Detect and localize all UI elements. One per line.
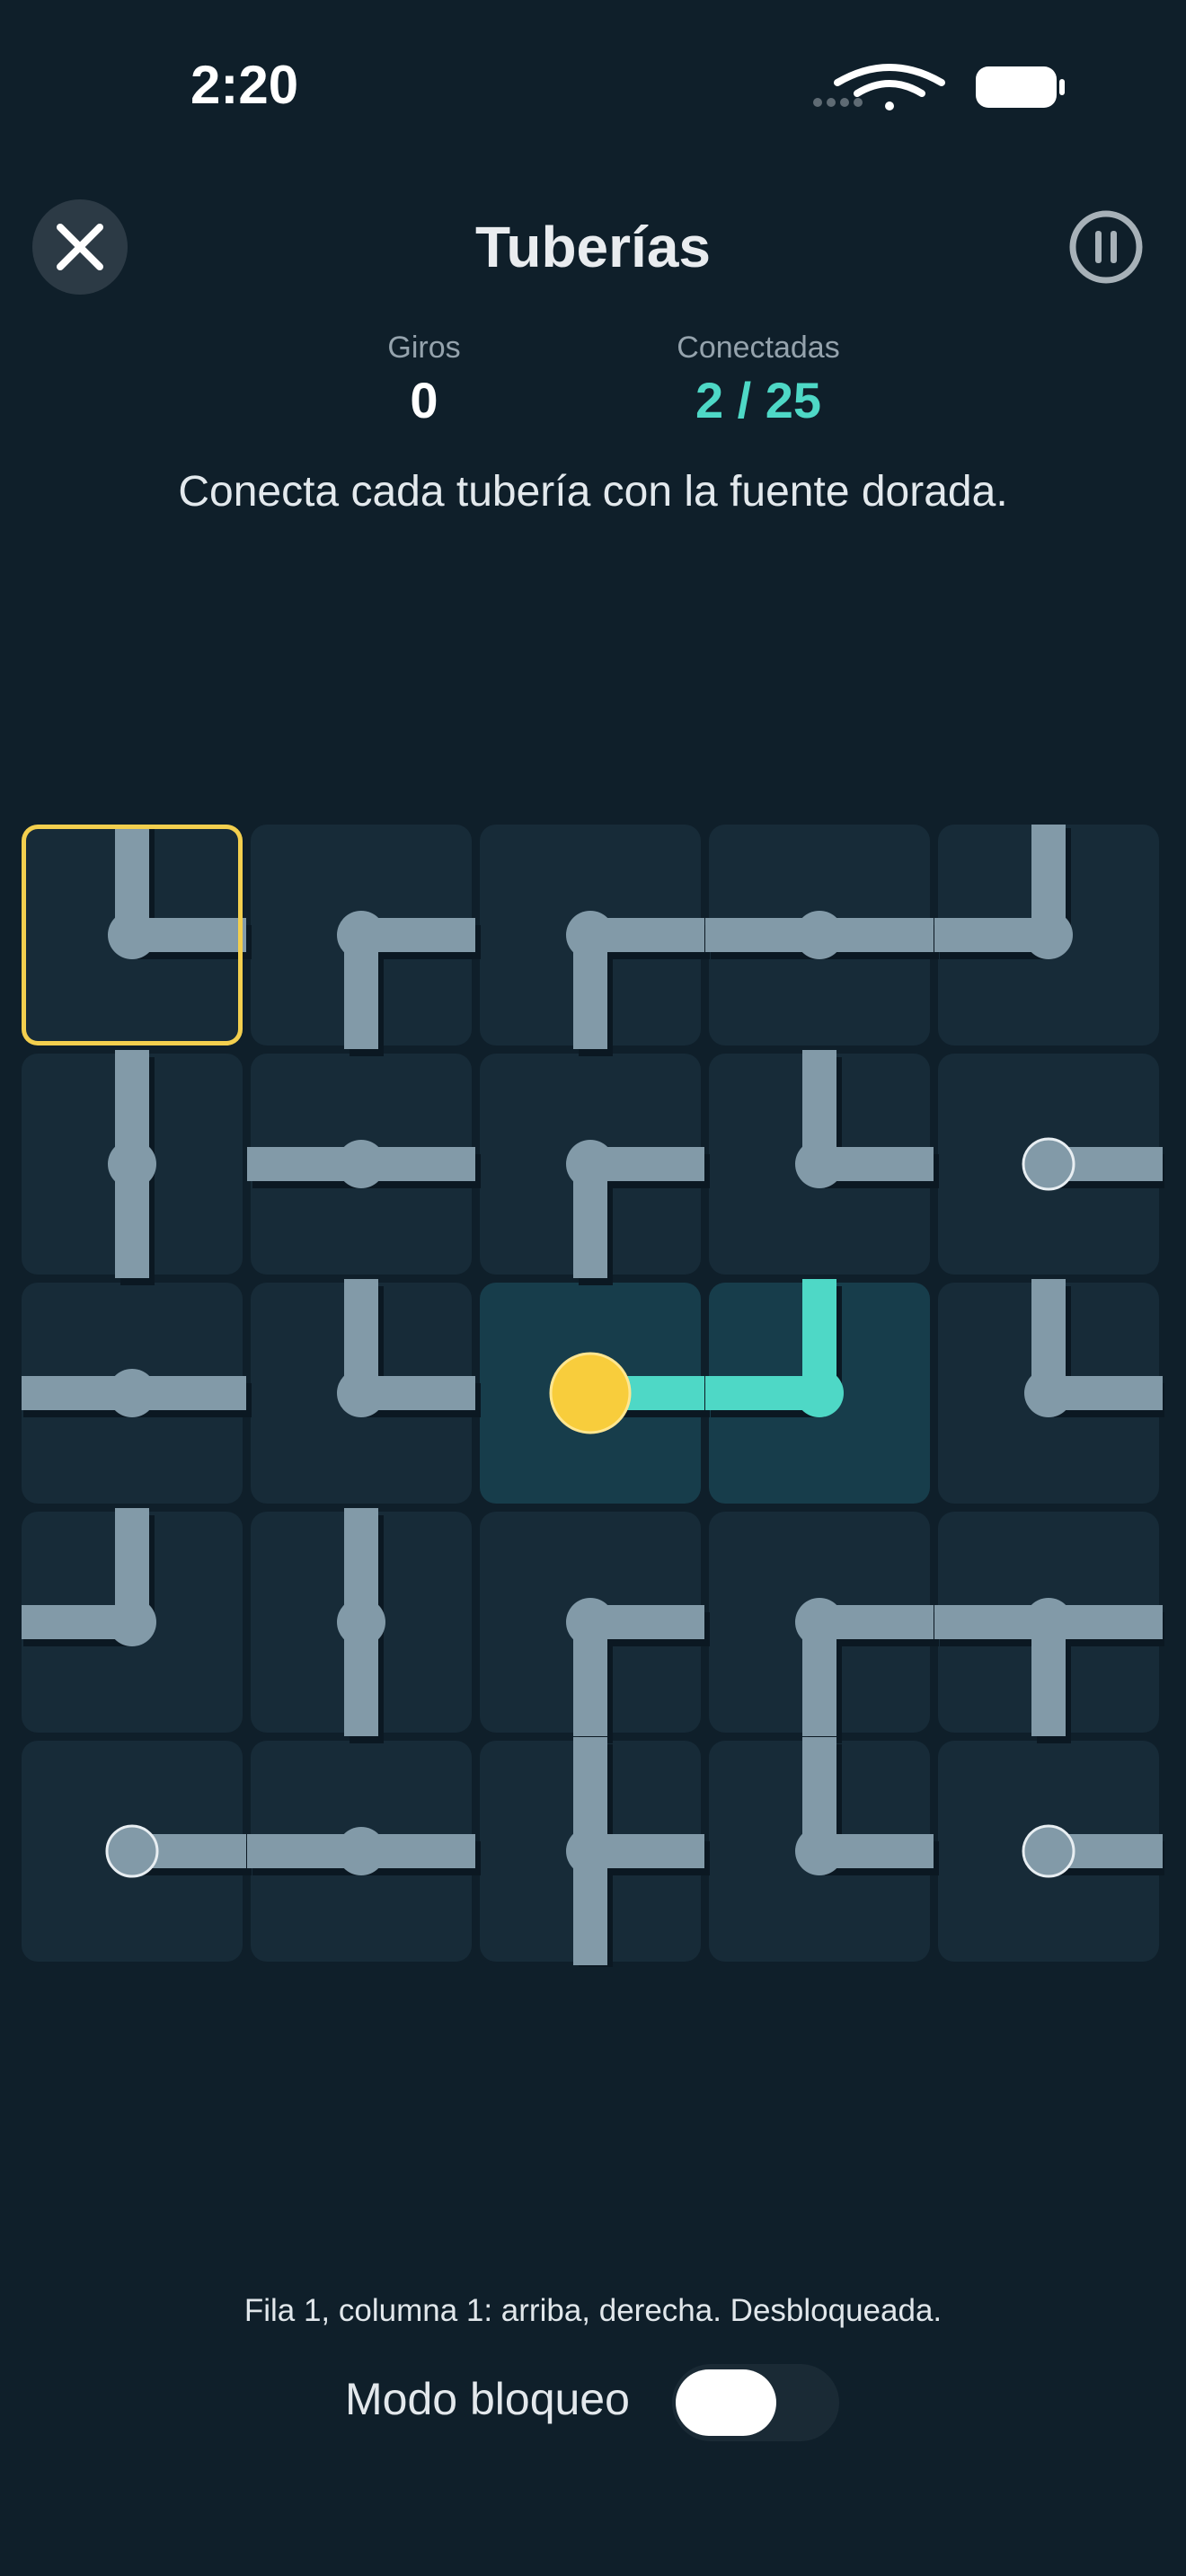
turns-label: Giros	[387, 331, 461, 365]
turns-stat: Giros 0	[334, 331, 514, 429]
pipe-joint	[337, 911, 385, 959]
connected-label: Conectadas	[677, 331, 840, 365]
connected-stat: Conectadas 2 / 25	[624, 331, 893, 429]
lock-mode-row: Modo bloqueo	[0, 2359, 1186, 2448]
status-icons	[809, 63, 1069, 117]
golden-source	[549, 1352, 632, 1434]
pipe-joint	[337, 1140, 385, 1188]
turns-value: 0	[410, 372, 438, 428]
page-title: Tuberías	[475, 215, 711, 279]
pipe-joint	[566, 1598, 615, 1646]
pipe-end-cap	[105, 1824, 159, 1878]
pipe-joint	[795, 1598, 844, 1646]
pause-icon	[1069, 210, 1143, 284]
pipe-joint	[108, 1598, 156, 1646]
wifi-icon	[834, 64, 945, 110]
toggle-knob	[676, 2369, 776, 2436]
pipe-joint	[795, 1369, 844, 1417]
pipe-joint	[337, 1369, 385, 1417]
pipe-joint	[1024, 1369, 1073, 1417]
pipe-joint	[337, 1598, 385, 1646]
pipe-end-cap	[1022, 1137, 1075, 1191]
lock-mode-toggle[interactable]	[672, 2364, 839, 2441]
pipe-joint	[108, 1369, 156, 1417]
pipe-end-cap	[1022, 1824, 1075, 1878]
instruction-text: Conecta cada tubería con la fuente dorad…	[178, 468, 1008, 516]
pipe-joint	[1024, 911, 1073, 959]
pipe-joint	[337, 1827, 385, 1875]
pause-button[interactable]	[1066, 207, 1146, 287]
status-time: 2:20	[190, 55, 299, 115]
pipe-joint	[795, 911, 844, 959]
pipe-joint	[795, 1140, 844, 1188]
lock-mode-label: Modo bloqueo	[345, 2374, 630, 2424]
top-bar: Tuberías	[0, 189, 1186, 314]
battery-icon	[976, 66, 1065, 108]
connected-value: 2 / 25	[695, 372, 822, 428]
pipe-joint	[108, 1140, 156, 1188]
selected-tile-outline	[22, 825, 243, 1045]
pipe-joint	[566, 1827, 615, 1875]
pipe-joint	[566, 1140, 615, 1188]
pipe-board	[22, 825, 1164, 1967]
selected-cell-description: Fila 1, columna 1: arriba, derecha. Desb…	[243, 2293, 943, 2328]
status-bar: 2:20	[0, 0, 1186, 171]
pipe-joint	[566, 911, 615, 959]
pipe-joint	[795, 1827, 844, 1875]
cellular-signal-icon	[813, 98, 863, 107]
pipe-joint	[1024, 1598, 1073, 1646]
